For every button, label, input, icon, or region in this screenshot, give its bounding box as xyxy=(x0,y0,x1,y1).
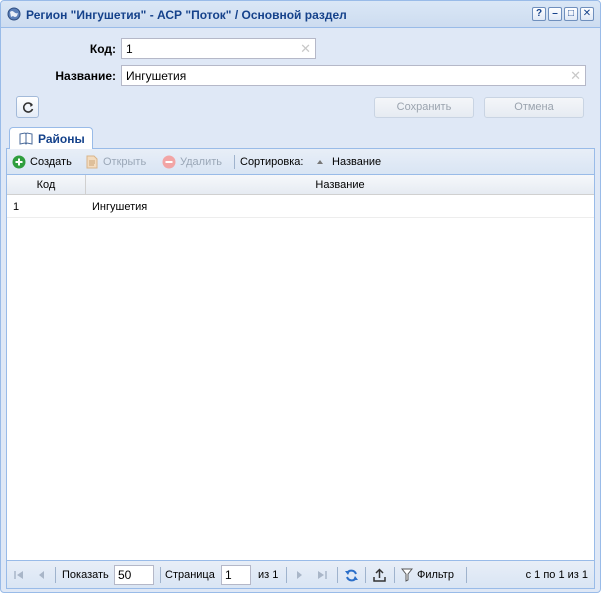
code-field[interactable]: 1 ✕ xyxy=(121,38,316,59)
last-page-button[interactable] xyxy=(316,567,328,583)
next-page-icon xyxy=(297,571,302,579)
tab-strip: Районы xyxy=(6,125,595,149)
pager-summary: с 1 по 1 из 1 xyxy=(525,569,588,581)
pager-separator xyxy=(365,567,366,583)
tab-districts-label: Районы xyxy=(38,132,85,146)
globe-icon xyxy=(7,7,21,21)
pager-separator xyxy=(160,567,161,583)
name-label: Название: xyxy=(55,69,116,83)
table-row[interactable]: 1 Ингушетия xyxy=(7,196,594,218)
window-title: Регион "Ингушетия" - АСР "Поток" / Основ… xyxy=(26,8,347,22)
first-page-button[interactable] xyxy=(13,567,25,583)
close-button[interactable]: ✕ xyxy=(580,7,594,21)
delete-label: Удалить xyxy=(180,156,222,168)
create-button[interactable]: Создать xyxy=(12,154,72,170)
name-field[interactable]: Ингушетия ✕ xyxy=(121,65,586,86)
filter-button[interactable]: Фильтр xyxy=(401,567,454,583)
show-label: Показать xyxy=(62,569,109,581)
sort-label-text: Сортировка: xyxy=(240,156,304,168)
cancel-button[interactable]: Отмена xyxy=(484,97,584,118)
sort-asc-icon xyxy=(317,160,323,164)
column-header-code[interactable]: Код xyxy=(7,175,86,195)
clear-icon[interactable]: ✕ xyxy=(570,68,581,84)
create-label: Создать xyxy=(30,156,72,168)
refresh-icon xyxy=(22,102,33,113)
last-page-icon xyxy=(318,571,327,579)
window-tools: ? – □ ✕ xyxy=(532,7,594,21)
reload-button[interactable] xyxy=(344,567,359,583)
minimize-button[interactable]: – xyxy=(548,7,562,21)
pager-separator xyxy=(286,567,287,583)
region-window: Регион "Ингушетия" - АСР "Поток" / Основ… xyxy=(0,0,601,593)
sort-label: Сортировка: xyxy=(240,154,303,170)
reload-icon xyxy=(345,569,358,581)
filter-label: Фильтр xyxy=(417,569,454,581)
window-body: Код: 1 ✕ Название: Ингушетия ✕ Сохранить… xyxy=(6,30,595,589)
page-count-label: из 1 xyxy=(258,569,279,581)
code-label: Код: xyxy=(89,42,116,56)
delete-button[interactable]: Удалить xyxy=(162,154,222,170)
open-button[interactable]: Открыть xyxy=(85,154,146,170)
book-icon xyxy=(19,132,33,145)
grid-toolbar: Создать Открыть Удалить Сортировка: Назв… xyxy=(7,149,594,175)
refresh-button[interactable] xyxy=(16,96,39,118)
sort-name-button[interactable]: Название xyxy=(316,154,381,170)
cell-code: 1 xyxy=(13,201,20,213)
grid-pager: Показать 50 Страница 1 из 1 Фильтр с 1 п… xyxy=(7,560,594,588)
districts-grid-panel: Создать Открыть Удалить Сортировка: Назв… xyxy=(6,149,595,589)
grid-header: Код Название xyxy=(7,175,594,195)
first-page-icon xyxy=(14,571,23,579)
remove-icon xyxy=(162,155,176,169)
pager-separator xyxy=(394,567,395,583)
code-value: 1 xyxy=(126,42,133,56)
prev-page-icon xyxy=(39,571,44,579)
maximize-button[interactable]: □ xyxy=(564,7,578,21)
tab-districts[interactable]: Районы xyxy=(9,127,93,149)
name-value: Ингушетия xyxy=(126,69,187,83)
pager-separator xyxy=(337,567,338,583)
column-header-name[interactable]: Название xyxy=(86,175,594,195)
save-button[interactable]: Сохранить xyxy=(374,97,474,118)
clear-icon[interactable]: ✕ xyxy=(300,41,311,57)
help-button[interactable]: ? xyxy=(532,7,546,21)
page-label: Страница xyxy=(165,569,215,581)
toolbar-separator xyxy=(234,155,235,169)
pager-separator xyxy=(466,567,467,583)
window-titlebar[interactable]: Регион "Ингушетия" - АСР "Поток" / Основ… xyxy=(1,1,600,28)
sort-field-label: Название xyxy=(332,156,382,168)
document-icon xyxy=(86,155,98,169)
cell-name: Ингушетия xyxy=(92,201,148,213)
export-button[interactable] xyxy=(372,567,387,583)
open-label: Открыть xyxy=(103,156,147,168)
next-page-button[interactable] xyxy=(294,567,306,583)
filter-icon xyxy=(401,568,413,582)
page-input[interactable]: 1 xyxy=(221,565,251,585)
upload-icon xyxy=(373,567,386,582)
add-icon xyxy=(12,155,26,169)
pager-separator xyxy=(55,567,56,583)
prev-page-button[interactable] xyxy=(35,567,47,583)
page-size-input[interactable]: 50 xyxy=(114,565,154,585)
